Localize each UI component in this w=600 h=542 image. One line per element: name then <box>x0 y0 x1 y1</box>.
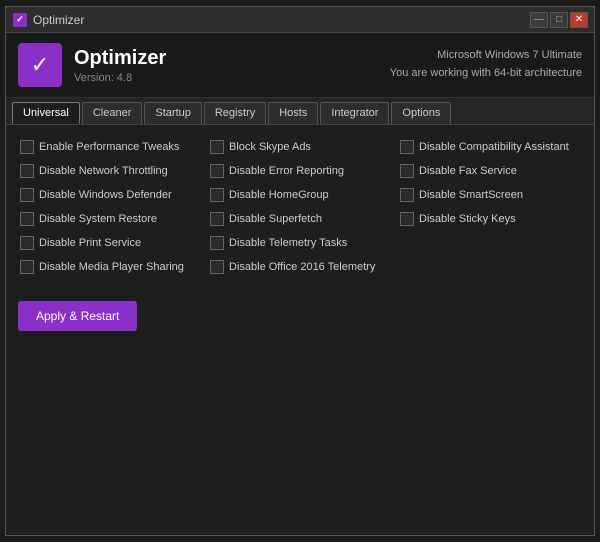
option-homegroup: Disable HomeGroup <box>208 185 392 205</box>
minimize-button[interactable]: — <box>530 12 548 28</box>
titlebar-title: Optimizer <box>33 13 530 27</box>
label-win-defender: Disable Windows Defender <box>39 189 172 201</box>
option-sticky-keys: Disable Sticky Keys <box>398 209 582 229</box>
label-err-reporting: Disable Error Reporting <box>229 165 344 177</box>
main-window: ✓ Optimizer — □ ✕ ✓ Optimizer Version: 4… <box>5 6 595 536</box>
option-office-telemetry: Disable Office 2016 Telemetry <box>208 257 392 277</box>
option-perf-tweaks: Enable Performance Tweaks <box>18 137 202 157</box>
label-homegroup: Disable HomeGroup <box>229 189 329 201</box>
option-superfetch: Disable Superfetch <box>208 209 392 229</box>
label-sticky-keys: Disable Sticky Keys <box>419 213 516 225</box>
label-block-skype: Block Skype Ads <box>229 141 311 153</box>
titlebar: ✓ Optimizer — □ ✕ <box>6 7 594 33</box>
label-net-throttling: Disable Network Throttling <box>39 165 168 177</box>
tab-startup[interactable]: Startup <box>144 102 201 124</box>
option-err-reporting: Disable Error Reporting <box>208 161 392 181</box>
option-empty-2 <box>398 257 582 277</box>
label-perf-tweaks: Enable Performance Tweaks <box>39 141 179 153</box>
content-spacer <box>18 331 582 523</box>
tab-options[interactable]: Options <box>391 102 451 124</box>
checkbox-net-throttling[interactable] <box>20 164 34 178</box>
label-media-sharing: Disable Media Player Sharing <box>39 261 184 273</box>
option-media-sharing: Disable Media Player Sharing <box>18 257 202 277</box>
label-telemetry-tasks: Disable Telemetry Tasks <box>229 237 347 249</box>
label-print-service: Disable Print Service <box>39 237 141 249</box>
checkbox-sticky-keys[interactable] <box>400 212 414 226</box>
option-empty-1 <box>398 233 582 253</box>
tab-cleaner[interactable]: Cleaner <box>82 102 143 124</box>
label-smartscreen: Disable SmartScreen <box>419 189 523 201</box>
option-smartscreen: Disable SmartScreen <box>398 185 582 205</box>
option-fax-service: Disable Fax Service <box>398 161 582 181</box>
close-button[interactable]: ✕ <box>570 12 588 28</box>
tab-content: Enable Performance Tweaks Block Skype Ad… <box>6 125 594 535</box>
app-title-block: Optimizer Version: 4.8 <box>74 46 166 84</box>
app-name: Optimizer <box>74 46 166 70</box>
option-sys-restore: Disable System Restore <box>18 209 202 229</box>
apply-restart-button[interactable]: Apply & Restart <box>18 301 137 331</box>
checkbox-superfetch[interactable] <box>210 212 224 226</box>
system-info: Microsoft Windows 7 Ultimate You are wor… <box>390 47 582 82</box>
app-version: Version: 4.8 <box>74 72 132 84</box>
tab-universal[interactable]: Universal <box>12 102 80 124</box>
label-compat-assistant: Disable Compatibility Assistant <box>419 141 569 153</box>
checkbox-block-skype[interactable] <box>210 140 224 154</box>
window-controls: — □ ✕ <box>530 12 588 28</box>
app-icon: ✓ <box>12 12 28 28</box>
checkbox-compat-assistant[interactable] <box>400 140 414 154</box>
checkbox-telemetry-tasks[interactable] <box>210 236 224 250</box>
option-block-skype: Block Skype Ads <box>208 137 392 157</box>
tab-registry[interactable]: Registry <box>204 102 266 124</box>
options-grid: Enable Performance Tweaks Block Skype Ad… <box>18 137 582 277</box>
option-compat-assistant: Disable Compatibility Assistant <box>398 137 582 157</box>
app-header: ✓ Optimizer Version: 4.8 Microsoft Windo… <box>6 33 594 98</box>
checkbox-homegroup[interactable] <box>210 188 224 202</box>
maximize-button[interactable]: □ <box>550 12 568 28</box>
option-win-defender: Disable Windows Defender <box>18 185 202 205</box>
app-logo: ✓ <box>18 43 62 87</box>
checkbox-perf-tweaks[interactable] <box>20 140 34 154</box>
label-fax-service: Disable Fax Service <box>419 165 517 177</box>
checkbox-smartscreen[interactable] <box>400 188 414 202</box>
sys-info-line1: Microsoft Windows 7 Ultimate <box>390 47 582 65</box>
sys-info-line2: You are working with 64-bit architecture <box>390 65 582 83</box>
option-print-service: Disable Print Service <box>18 233 202 253</box>
checkbox-win-defender[interactable] <box>20 188 34 202</box>
checkbox-office-telemetry[interactable] <box>210 260 224 274</box>
checkbox-err-reporting[interactable] <box>210 164 224 178</box>
label-sys-restore: Disable System Restore <box>39 213 157 225</box>
option-telemetry-tasks: Disable Telemetry Tasks <box>208 233 392 253</box>
checkbox-sys-restore[interactable] <box>20 212 34 226</box>
tab-integrator[interactable]: Integrator <box>320 102 389 124</box>
label-superfetch: Disable Superfetch <box>229 213 322 225</box>
tab-bar: Universal Cleaner Startup Registry Hosts… <box>6 98 594 125</box>
titlebar-checkmark: ✓ <box>13 13 27 27</box>
option-net-throttling: Disable Network Throttling <box>18 161 202 181</box>
checkbox-media-sharing[interactable] <box>20 260 34 274</box>
logo-checkmark: ✓ <box>31 52 49 78</box>
checkbox-print-service[interactable] <box>20 236 34 250</box>
label-office-telemetry: Disable Office 2016 Telemetry <box>229 261 375 273</box>
tab-hosts[interactable]: Hosts <box>268 102 318 124</box>
checkbox-fax-service[interactable] <box>400 164 414 178</box>
